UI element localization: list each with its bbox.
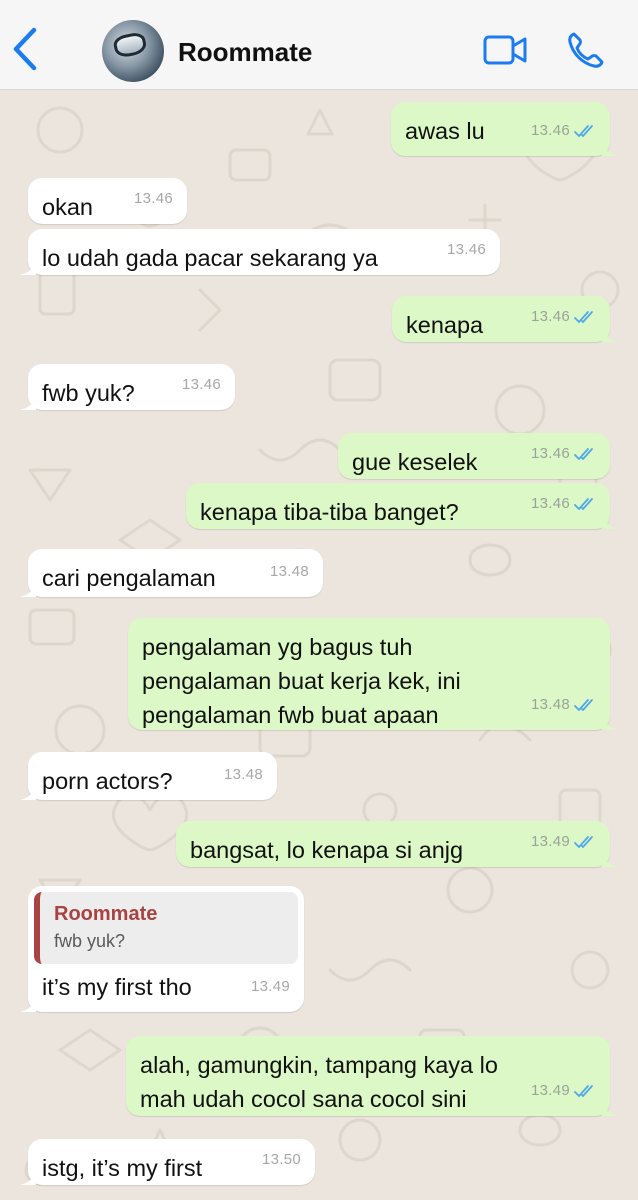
avatar[interactable] [102,20,164,82]
bubble-tail [20,996,36,1012]
message-meta: 13.46 [531,487,596,521]
bubble-tail [20,1169,36,1185]
message-time: 13.46 [181,376,221,393]
outgoing-message[interactable]: kenapa tiba-tiba banget? 13.46 [186,483,618,529]
message-text: alah, gamungkin, tampang kaya lo mah uda… [140,1052,505,1112]
bubble-tail [602,326,618,342]
message-meta: 13.48 [531,688,596,722]
read-ticks-icon [574,1085,593,1097]
outgoing-message[interactable]: alah, gamungkin, tampang kaya lo mah uda… [126,1036,618,1116]
incoming-message[interactable]: istg, it’s my first 13.50 [20,1139,315,1185]
bubble-tail [602,140,618,156]
outgoing-message[interactable]: bangsat, lo kenapa si anjg 13.49 [176,821,618,867]
bubble-tail [602,851,618,867]
message-text: kenapa [406,312,484,338]
outgoing-message[interactable]: gue keselek 13.46 [338,433,610,479]
message-time: 13.49 [530,1082,570,1099]
message-time: 13.49 [530,833,570,850]
incoming-message[interactable]: fwb yuk? 13.46 [20,364,235,410]
message-text: kenapa tiba-tiba banget? [200,499,459,525]
message-text: lo udah gada pacar sekarang ya [42,245,378,271]
chat-header: Roommate [0,0,638,90]
message-text: gue keselek [352,449,478,475]
read-ticks-icon [574,311,593,323]
message-meta: 13.49 [251,970,290,1004]
message-time: 13.49 [250,978,290,995]
message-time: 13.50 [261,1151,301,1168]
incoming-message[interactable]: Roommate fwb yuk? it’s my first tho 13.49 [20,886,304,1012]
message-text: bangsat, lo kenapa si anjg [190,837,464,863]
message-text: cari pengalaman [42,565,216,591]
message-text: porn actors? [42,768,173,794]
message-time: 13.46 [530,308,570,325]
message-text: fwb yuk? [42,380,135,406]
bubble-tail [602,1100,618,1116]
bubble-tail [602,714,618,730]
bubble-tail [20,784,36,800]
bubble-tail [602,513,618,529]
bubble-tail [20,581,36,597]
read-ticks-icon [574,699,593,711]
read-ticks-icon [574,498,593,510]
message-meta: 13.48 [270,555,309,589]
message-time: 13.46 [446,241,486,258]
message-time: 13.46 [530,122,570,139]
message-text: okan [42,194,93,220]
message-meta: 13.49 [531,1074,596,1108]
read-ticks-icon [574,125,593,137]
message-meta: 13.46 [531,114,596,148]
message-meta: 13.49 [531,825,596,859]
incoming-message[interactable]: okan 13.46 [28,178,187,224]
outgoing-message[interactable]: pengalaman yg bagus tuh pengalaman buat … [128,618,618,730]
chevron-left-icon[interactable] [8,26,44,72]
message-time: 13.46 [530,445,570,462]
read-ticks-icon [574,836,593,848]
message-meta: 13.48 [224,758,263,792]
message-meta: 13.46 [531,300,596,334]
bubble-tail [20,394,36,410]
message-meta: 13.46 [447,233,486,267]
message-meta: 13.46 [531,437,596,471]
message-text: awas lu [405,118,485,144]
quoted-message[interactable]: Roommate fwb yuk? [34,892,298,964]
contact-name[interactable]: Roommate [178,37,312,68]
message-meta: 13.50 [262,1143,301,1177]
video-call-icon[interactable] [482,32,528,68]
read-ticks-icon [574,448,593,460]
message-time: 13.46 [133,190,173,207]
message-meta: 13.46 [182,368,221,402]
outgoing-message[interactable]: awas lu 13.46 [391,102,618,156]
message-time: 13.46 [530,495,570,512]
incoming-message[interactable]: lo udah gada pacar sekarang ya 13.46 [20,229,500,275]
message-time: 13.48 [530,696,570,713]
message-meta: 13.46 [134,182,173,216]
message-time: 13.48 [223,766,263,783]
message-text: istg, it’s my first [42,1155,203,1181]
chat-area[interactable]: awas lu 13.46 okan 13.46 lo udah gada pacar … [0,90,638,1200]
phone-icon[interactable] [566,30,606,70]
quoted-text: fwb yuk? [54,931,126,951]
message-text: pengalaman yg bagus tuh pengalaman buat … [142,634,468,728]
incoming-message[interactable]: cari pengalaman 13.48 [20,549,323,597]
outgoing-message[interactable]: kenapa 13.46 [392,296,618,342]
bubble-tail [20,259,36,275]
quoted-sender-name: Roommate [54,903,158,925]
message-time: 13.48 [269,563,309,580]
incoming-message[interactable]: porn actors? 13.48 [20,752,277,800]
